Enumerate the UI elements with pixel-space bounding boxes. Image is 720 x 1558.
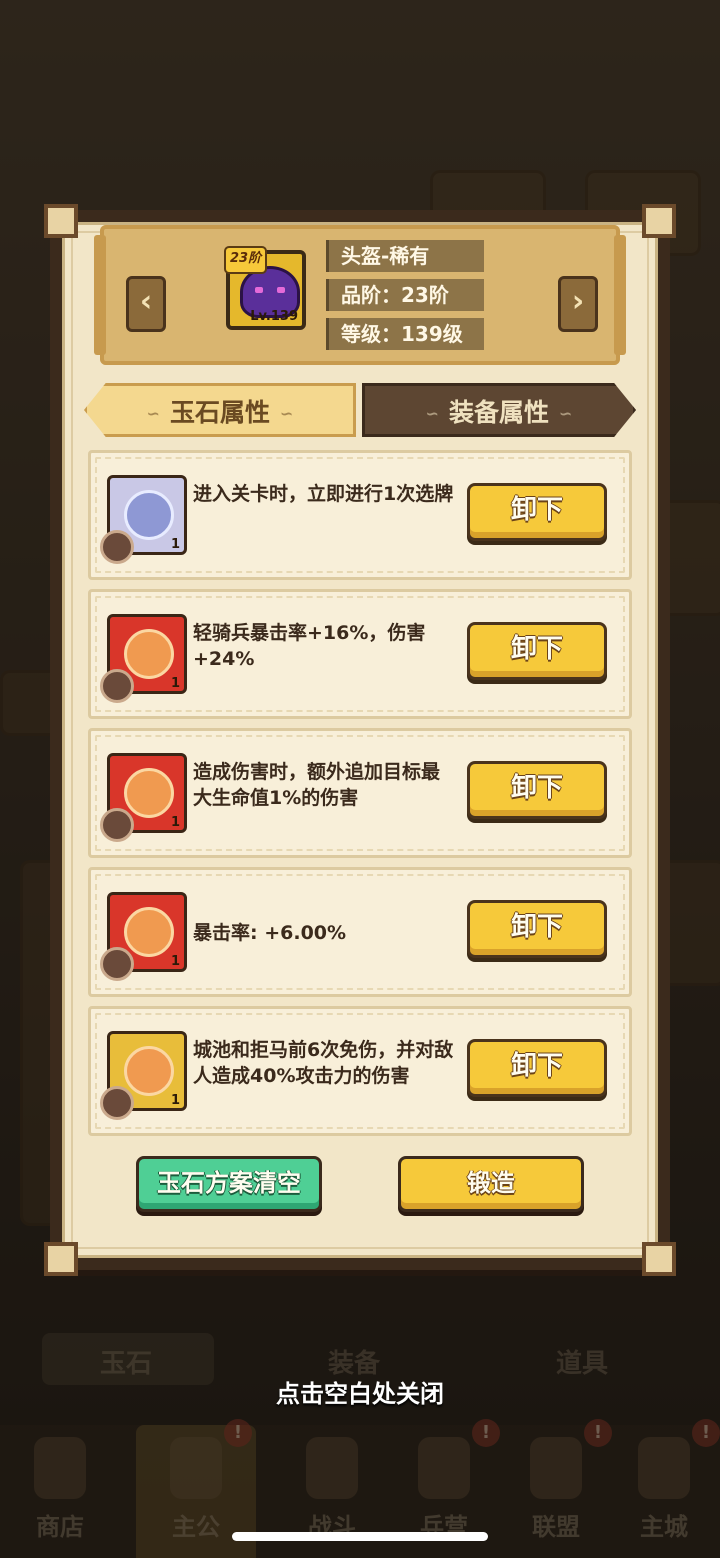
- unequip-button[interactable]: 卸下: [467, 483, 607, 541]
- jade-description: 进入关卡时，立即进行1次选牌: [193, 483, 454, 505]
- equipment-level: 等级：139级: [326, 318, 484, 350]
- dragon-jade-icon: [124, 490, 174, 540]
- close-hint: 点击空白处关闭: [276, 1380, 444, 1408]
- tier-badge: 23阶: [224, 246, 268, 274]
- jade-count: 1: [170, 676, 180, 691]
- swirl-ornament-icon: ∽: [280, 404, 294, 423]
- prev-item-button[interactable]: ‹: [126, 276, 166, 332]
- unequip-button[interactable]: 卸下: [467, 761, 607, 819]
- jade-gem[interactable]: 1: [100, 475, 187, 564]
- home-indicator[interactable]: [232, 1532, 488, 1541]
- swirl-ornament-icon: ∽: [425, 404, 439, 423]
- unequip-button[interactable]: 卸下: [467, 622, 607, 680]
- jade-gem[interactable]: 1: [100, 614, 187, 703]
- equipment-name: 头盔-稀有: [326, 240, 484, 272]
- swirl-jade-icon: [124, 629, 174, 679]
- helmet-eye: [255, 287, 263, 293]
- next-item-button[interactable]: ›: [558, 276, 598, 332]
- unequip-button[interactable]: 卸下: [467, 1039, 607, 1097]
- jade-slot: 1 进入关卡时，立即进行1次选牌 卸下: [88, 450, 632, 580]
- chevron-left-icon: ‹: [139, 284, 153, 319]
- jade-gem[interactable]: 1: [100, 1031, 187, 1120]
- swirl-jade-icon: [124, 1046, 174, 1096]
- jade-count: 1: [170, 815, 180, 830]
- jade-gem[interactable]: 1: [100, 753, 187, 842]
- jade-emblem-icon: [100, 947, 134, 981]
- jade-description: 造成伤害时，额外追加目标最大生命值1%的伤害: [193, 761, 441, 809]
- tab-label: 玉石属性: [169, 398, 270, 427]
- swirl-ornament-icon: ∽: [559, 404, 573, 423]
- swirl-ornament-icon: ∽: [146, 404, 160, 423]
- tab-equipment-attributes[interactable]: ∽ 装备属性 ∽: [362, 383, 636, 437]
- unequip-button[interactable]: 卸下: [467, 900, 607, 958]
- jade-emblem-icon: [100, 669, 134, 703]
- level-badge: Lv.139: [250, 309, 298, 324]
- jade-slot: 1 轻骑兵暴击率+16%，伤害+24% 卸下: [88, 589, 632, 719]
- chevron-right-icon: ›: [571, 284, 585, 319]
- jade-count: 1: [170, 1093, 180, 1108]
- jade-emblem-icon: [100, 530, 134, 564]
- jade-count: 1: [170, 537, 180, 552]
- swirl-jade-icon: [124, 907, 174, 957]
- equipment-icon[interactable]: 23阶 Lv.139: [224, 246, 306, 330]
- jade-emblem-icon: [100, 808, 134, 842]
- forge-button[interactable]: 锻造: [398, 1156, 584, 1212]
- helmet-eye: [277, 287, 285, 293]
- jade-gem[interactable]: 1: [100, 892, 187, 981]
- clear-jade-plan-button[interactable]: 玉石方案清空: [136, 1156, 322, 1212]
- equipment-grade: 品阶：23阶: [326, 279, 484, 311]
- frame-corner: [44, 204, 78, 238]
- jade-slot: 1 暴击率: +6.00% 卸下: [88, 867, 632, 997]
- tab-label: 装备属性: [448, 398, 549, 427]
- frame-corner: [642, 204, 676, 238]
- jade-description: 暴击率: +6.00%: [193, 922, 347, 944]
- jade-description: 轻骑兵暴击率+16%，伤害+24%: [193, 622, 426, 670]
- jade-slot: 1 造成伤害时，额外追加目标最大生命值1%的伤害 卸下: [88, 728, 632, 858]
- jade-slot: 1 城池和拒马前6次免伤，并对敌人造成40%攻击力的伤害 卸下: [88, 1006, 632, 1136]
- frame-corner: [642, 1242, 676, 1276]
- swirl-jade-icon: [124, 768, 174, 818]
- tab-jade-attributes[interactable]: ∽ 玉石属性 ∽: [84, 383, 356, 437]
- jade-count: 1: [170, 954, 180, 969]
- jade-emblem-icon: [100, 1086, 134, 1120]
- jade-description: 城池和拒马前6次免伤，并对敌人造成40%攻击力的伤害: [193, 1039, 454, 1087]
- frame-corner: [44, 1242, 78, 1276]
